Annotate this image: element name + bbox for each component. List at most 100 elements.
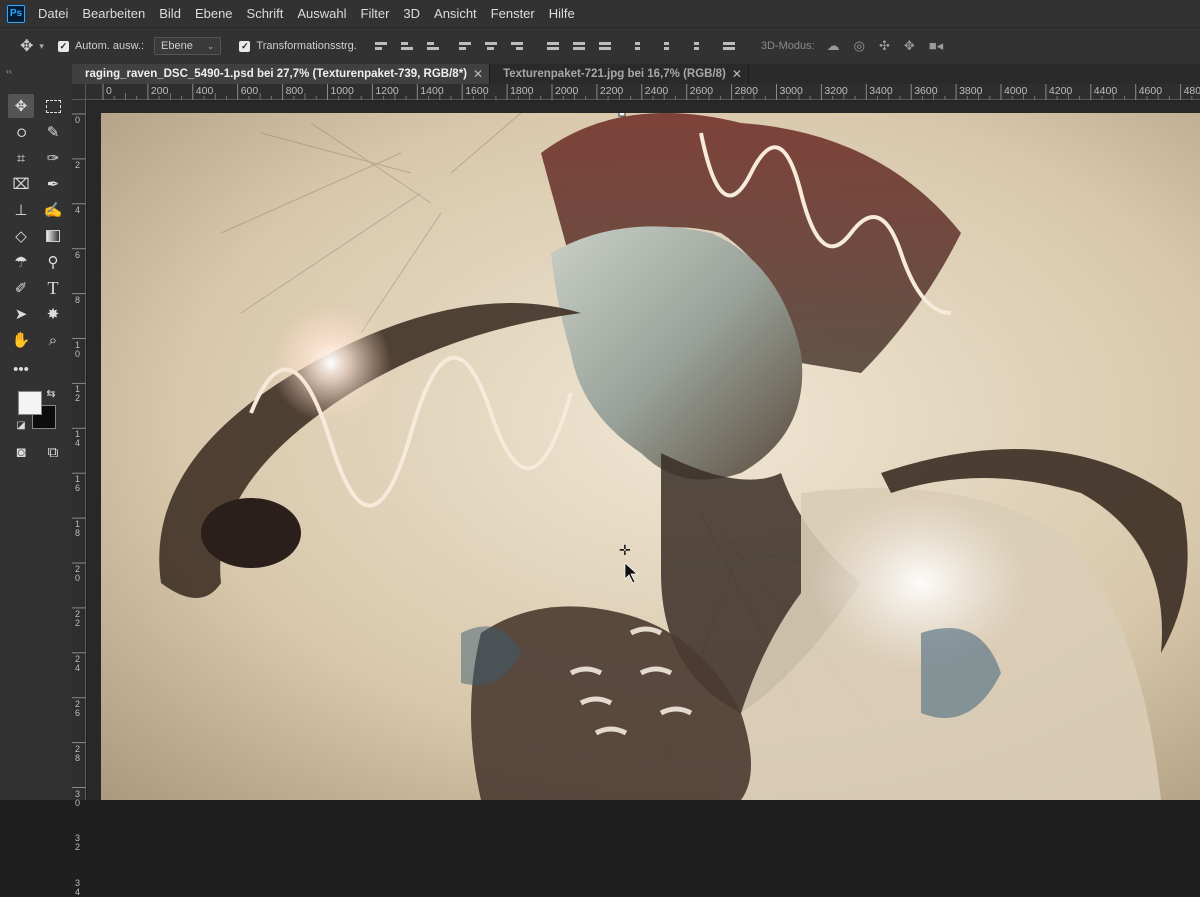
lens-flare	[271, 303, 391, 423]
custom-shape-tool-icon[interactable]: ✸	[40, 302, 66, 326]
pen-tool-icon[interactable]: ✐	[8, 276, 34, 300]
menu-bild[interactable]: Bild	[159, 6, 181, 21]
menu-bearbeiten[interactable]: Bearbeiten	[82, 6, 145, 21]
menu-schrift[interactable]: Schrift	[247, 6, 284, 21]
eraser-tool-icon[interactable]: ◇	[8, 224, 34, 248]
align-horizontal-center-icon[interactable]	[484, 39, 497, 53]
ruler-label: 4200	[1048, 85, 1073, 97]
ruler-label: 2600	[689, 85, 714, 97]
quick-selection-tool-icon[interactable]: ✎	[40, 120, 66, 144]
ruler-label: 16	[75, 474, 81, 494]
document-tab[interactable]: Texturenpaket-721.jpg bei 16,7% (RGB/8) …	[490, 64, 749, 84]
ruler-label: 0	[106, 85, 112, 97]
distribute-right-icon[interactable]	[687, 39, 699, 53]
roll-3d-icon[interactable]: ◎	[854, 38, 865, 54]
ruler-label: 600	[240, 85, 259, 97]
collapse-panel-icon[interactable]: ‹‹	[6, 66, 12, 76]
ruler-label: 800	[285, 85, 304, 97]
distribute-left-icon[interactable]	[634, 39, 647, 53]
blur-tool-icon[interactable]: ☂	[8, 250, 34, 274]
vertical-ruler[interactable]: 0 2 4 6 8 10 12 14 16 18 20 22 24 26 28 30 32 34	[72, 100, 86, 897]
pan-3d-icon[interactable]: ✣	[879, 38, 890, 54]
ruler-label: 2800	[734, 85, 758, 97]
photoshop-logo-icon[interactable]: Ps	[7, 4, 25, 23]
clone-stamp-tool-icon[interactable]: ⊥	[8, 198, 34, 222]
close-icon[interactable]: ✕	[732, 67, 742, 81]
ruler-label: 1600	[465, 85, 489, 97]
ruler-label: 3200	[824, 85, 848, 97]
history-brush-tool-icon[interactable]: ✍	[40, 198, 66, 222]
ruler-label: 4600	[1138, 85, 1163, 97]
ruler-label: 2	[75, 159, 81, 170]
ruler-label: 400	[195, 85, 214, 97]
ruler-label: 1400	[420, 85, 444, 97]
type-tool-icon[interactable]: T	[40, 276, 66, 300]
eyedropper-tool-icon[interactable]: ✑	[40, 146, 66, 170]
auto-select-dropdown[interactable]: Ebene ⌄	[154, 37, 222, 55]
menu-datei[interactable]: Datei	[38, 6, 68, 21]
screen-mode-icon[interactable]: ⧉	[40, 440, 66, 464]
more-tools-icon[interactable]: •••	[8, 357, 34, 381]
document-tab-active[interactable]: raging_raven_DSC_5490-1.psd bei 27,7% (T…	[72, 64, 491, 84]
canvas-area[interactable]: ✛	[87, 101, 1200, 800]
align-top-icon[interactable]	[374, 39, 387, 53]
crop-tool-icon[interactable]: ⌗	[8, 146, 34, 170]
auto-select-checkbox[interactable]: ✓	[57, 40, 69, 52]
dodge-tool-icon[interactable]: ⚲	[40, 250, 66, 274]
move-icon[interactable]: ✥	[20, 36, 33, 56]
mode-3d-label: 3D-Modus:	[760, 40, 815, 52]
align-bottom-icon[interactable]	[426, 39, 439, 53]
ruler-label: 10	[75, 339, 81, 359]
align-left-icon[interactable]	[458, 39, 471, 53]
ruler-label: 20	[75, 564, 81, 583]
distribute-horizontal-center-icon[interactable]	[661, 39, 673, 53]
ruler-label: 3000	[779, 85, 803, 97]
ruler-label: 6	[75, 249, 81, 260]
auto-select-value: Ebene	[161, 40, 193, 52]
menu-filter[interactable]: Filter	[361, 6, 390, 21]
artwork-image[interactable]: ✛	[101, 113, 1200, 800]
ruler-label: 30	[75, 788, 81, 808]
foreground-color-swatch[interactable]	[18, 391, 42, 415]
distribute-vertical-center-icon[interactable]	[572, 39, 585, 53]
brush-tool-icon[interactable]: ✒	[40, 172, 66, 196]
ruler-label: 8	[75, 294, 81, 305]
align-right-icon[interactable]	[510, 39, 523, 53]
quick-mask-mode-icon[interactable]: ◙	[8, 440, 34, 464]
marquee-tool-icon[interactable]	[40, 94, 66, 118]
transform-handle[interactable]	[618, 113, 626, 117]
menu-3d[interactable]: 3D	[403, 6, 420, 21]
move-tool-icon[interactable]: ✥	[8, 94, 34, 118]
healing-brush-tool-icon[interactable]: ⌧	[8, 172, 34, 196]
auto-align-icon[interactable]	[722, 39, 735, 53]
distribute-top-icon[interactable]	[546, 39, 559, 53]
ruler-label: 4000	[1004, 85, 1028, 97]
distribute-bottom-icon[interactable]	[598, 39, 611, 53]
close-icon[interactable]: ✕	[473, 67, 483, 81]
hand-tool-icon[interactable]: ✋	[8, 328, 34, 352]
swap-colors-icon[interactable]: ⇆	[44, 386, 58, 400]
menu-hilfe[interactable]: Hilfe	[549, 6, 575, 21]
ruler-label: 14	[75, 429, 81, 449]
tool-preset-dropdown-icon[interactable]: ▾	[39, 41, 44, 52]
ruler-origin[interactable]	[72, 84, 86, 100]
zoom-tool-icon[interactable]: ⌕	[40, 328, 66, 352]
menu-fenster[interactable]: Fenster	[491, 6, 535, 21]
default-colors-icon[interactable]: ◪	[14, 418, 28, 432]
options-bar: ✥ ▾ ✓ Autom. ausw.: Ebene ⌄ ✓ Transforma…	[0, 27, 1200, 64]
document-tab-label: raging_raven_DSC_5490-1.psd bei 27,7% (T…	[85, 68, 467, 80]
transform-controls-checkbox[interactable]: ✓	[239, 40, 251, 52]
ruler-label: 3800	[959, 85, 983, 97]
path-selection-tool-icon[interactable]: ➤	[8, 302, 34, 326]
orbit-3d-icon[interactable]: ☁	[827, 38, 840, 54]
gradient-tool-icon[interactable]	[40, 224, 66, 248]
slide-3d-icon[interactable]: ✥	[904, 38, 915, 54]
horizontal-ruler[interactable]: 0 200 400 600 800 1000 1200 1400 1600 1800 2000 220…	[86, 84, 1200, 100]
align-vertical-center-icon[interactable]	[400, 39, 413, 53]
scale-3d-icon[interactable]: ■◂	[929, 38, 943, 54]
menu-auswahl[interactable]: Auswahl	[297, 6, 346, 21]
menu-ansicht[interactable]: Ansicht	[434, 6, 477, 21]
menu-ebene[interactable]: Ebene	[195, 6, 233, 21]
lasso-tool-icon[interactable]: ഠ	[8, 120, 34, 144]
ruler-label: 26	[75, 698, 81, 718]
